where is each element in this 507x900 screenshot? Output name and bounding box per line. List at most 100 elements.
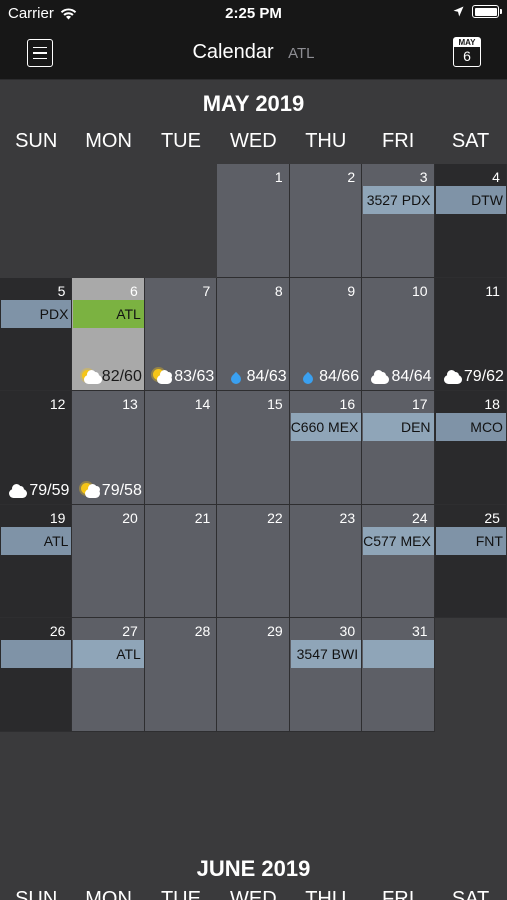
day-cell-today[interactable]: 6 ATL 82/60 [72,277,145,392]
day-cell[interactable]: 7 83/63 [144,277,218,392]
calendar-icon-month: MAY [454,38,480,47]
day-number: 20 [122,509,138,526]
today-calendar-button[interactable]: MAY 6 [453,37,481,67]
nav-title: Calendar ATL [0,41,507,64]
sun-cloud-icon [153,369,173,385]
cloud-icon [443,369,463,385]
empty-cell [72,164,145,278]
weather-forecast: 79/62 [437,368,504,386]
day-number: 24 [411,509,428,526]
day-cell[interactable]: 27 ATL [72,618,145,732]
day-cell[interactable]: 4 DTW [434,164,507,278]
weather-forecast: 84/63 [219,368,287,387]
dow-label: THU [305,888,347,900]
day-cell[interactable]: 16 C660 MEX [289,391,363,505]
event-bar[interactable]: FNT [435,526,506,555]
nav-bar: Calendar ATL MAY 6 [0,28,507,80]
day-cell[interactable]: 29 [217,618,290,732]
cloud-icon [8,483,28,499]
day-number: 28 [194,623,211,640]
day-cell[interactable]: 26 [0,618,73,732]
event-bar[interactable]: DEN [363,413,434,442]
event-bar[interactable]: DTW [435,186,506,214]
sun-cloud-icon [80,482,101,499]
temperature-label: 84/63 [246,368,287,386]
day-number: 18 [484,396,500,413]
event-bar[interactable] [363,640,434,669]
day-cell[interactable]: 2 [289,164,363,278]
day-cell[interactable]: 3 3527 PDX [362,164,435,278]
event-bar[interactable]: ATL [1,526,72,555]
day-number: 22 [267,509,283,526]
day-number: 5 [57,282,66,299]
temperature-label: 79/59 [29,481,70,499]
day-number: 11 [485,282,500,299]
event-bar[interactable]: MCO [435,413,506,442]
day-cell[interactable]: 5 PDX [0,277,73,392]
day-number: 8 [274,282,283,299]
day-cell[interactable]: 9 84/66 [289,277,363,392]
day-cell[interactable]: 23 [289,504,363,619]
day-cell[interactable]: 24 C577 MEX [362,504,435,619]
day-cell[interactable]: 13 79/58 [72,391,145,505]
day-number: 7 [202,282,211,299]
day-cell[interactable]: 12 79/59 [0,391,73,505]
status-time: 2:25 PM [225,5,282,22]
event-bar[interactable]: 3547 BWI [290,640,362,669]
rain-drop-icon [298,369,318,387]
day-number: 3 [419,169,428,185]
day-number: 16 [339,396,356,413]
day-cell[interactable]: 1 [217,164,290,278]
day-cell[interactable]: 17 DEN [362,391,435,505]
dow-label: SUN [15,888,58,900]
day-cell[interactable]: 21 [144,504,218,619]
day-number: 4 [492,169,500,185]
event-bar[interactable]: C577 MEX [363,526,434,555]
day-cell[interactable]: 14 [144,391,218,505]
day-cell[interactable]: 28 [144,618,218,732]
temperature-label: 79/58 [101,481,142,499]
day-number: 2 [347,169,356,185]
temperature-label: 84/66 [319,368,360,386]
dow-label: TUE [160,888,201,900]
day-cell[interactable]: 15 [217,391,290,505]
day-number: 6 [130,282,138,299]
location-arrow-icon [453,6,464,17]
day-cell[interactable]: 10 84/64 [362,277,435,392]
day-number: 9 [347,282,356,299]
event-bar[interactable]: ATL [73,299,144,328]
event-bar[interactable] [1,640,72,669]
day-number: 26 [49,623,66,640]
day-cell[interactable]: 22 [217,504,290,619]
dow-label: FRI [382,130,415,152]
cloud-icon [370,369,390,385]
dow-label: MON [85,130,132,152]
event-bar[interactable]: ATL [73,640,144,669]
status-bar: Carrier 2:25 PM [0,0,507,28]
week-row: 12 79/59 13 79/58 14 15 16 C660 MEX 17 DEN 18 MCO [0,391,507,505]
day-number: 30 [339,623,356,640]
day-cell[interactable]: 31 [362,618,435,732]
day-cell[interactable]: 18 MCO [434,391,507,505]
day-cell[interactable]: 20 [72,504,145,619]
day-number: 1 [274,169,283,185]
event-bar[interactable]: C660 MEX [290,413,362,442]
day-number: 21 [194,509,211,526]
day-cell[interactable]: 19 ATL [0,504,73,619]
event-bar[interactable]: 3527 PDX [363,186,434,214]
day-number: 15 [267,396,283,413]
empty-cell [0,164,73,278]
day-number: 14 [194,396,211,413]
month-title: MAY 2019 [202,91,305,116]
next-month-title: JUNE 2019 [196,856,311,881]
dow-label: THU [305,130,347,152]
rain-drop-icon [226,369,246,387]
week-row: 26 27 ATL 28 29 30 3547 BWI 31 [0,618,507,732]
day-of-week-header: SUN MON TUE WED THU FRI SAT [0,130,507,153]
day-cell[interactable]: 11 79/62 [434,277,507,392]
weather-forecast: 79/59 [2,482,69,500]
day-cell[interactable]: 30 3547 BWI [289,618,363,732]
event-bar[interactable]: PDX [1,299,72,328]
day-cell[interactable]: 8 84/63 [217,277,290,392]
day-cell[interactable]: 25 FNT [434,504,507,619]
